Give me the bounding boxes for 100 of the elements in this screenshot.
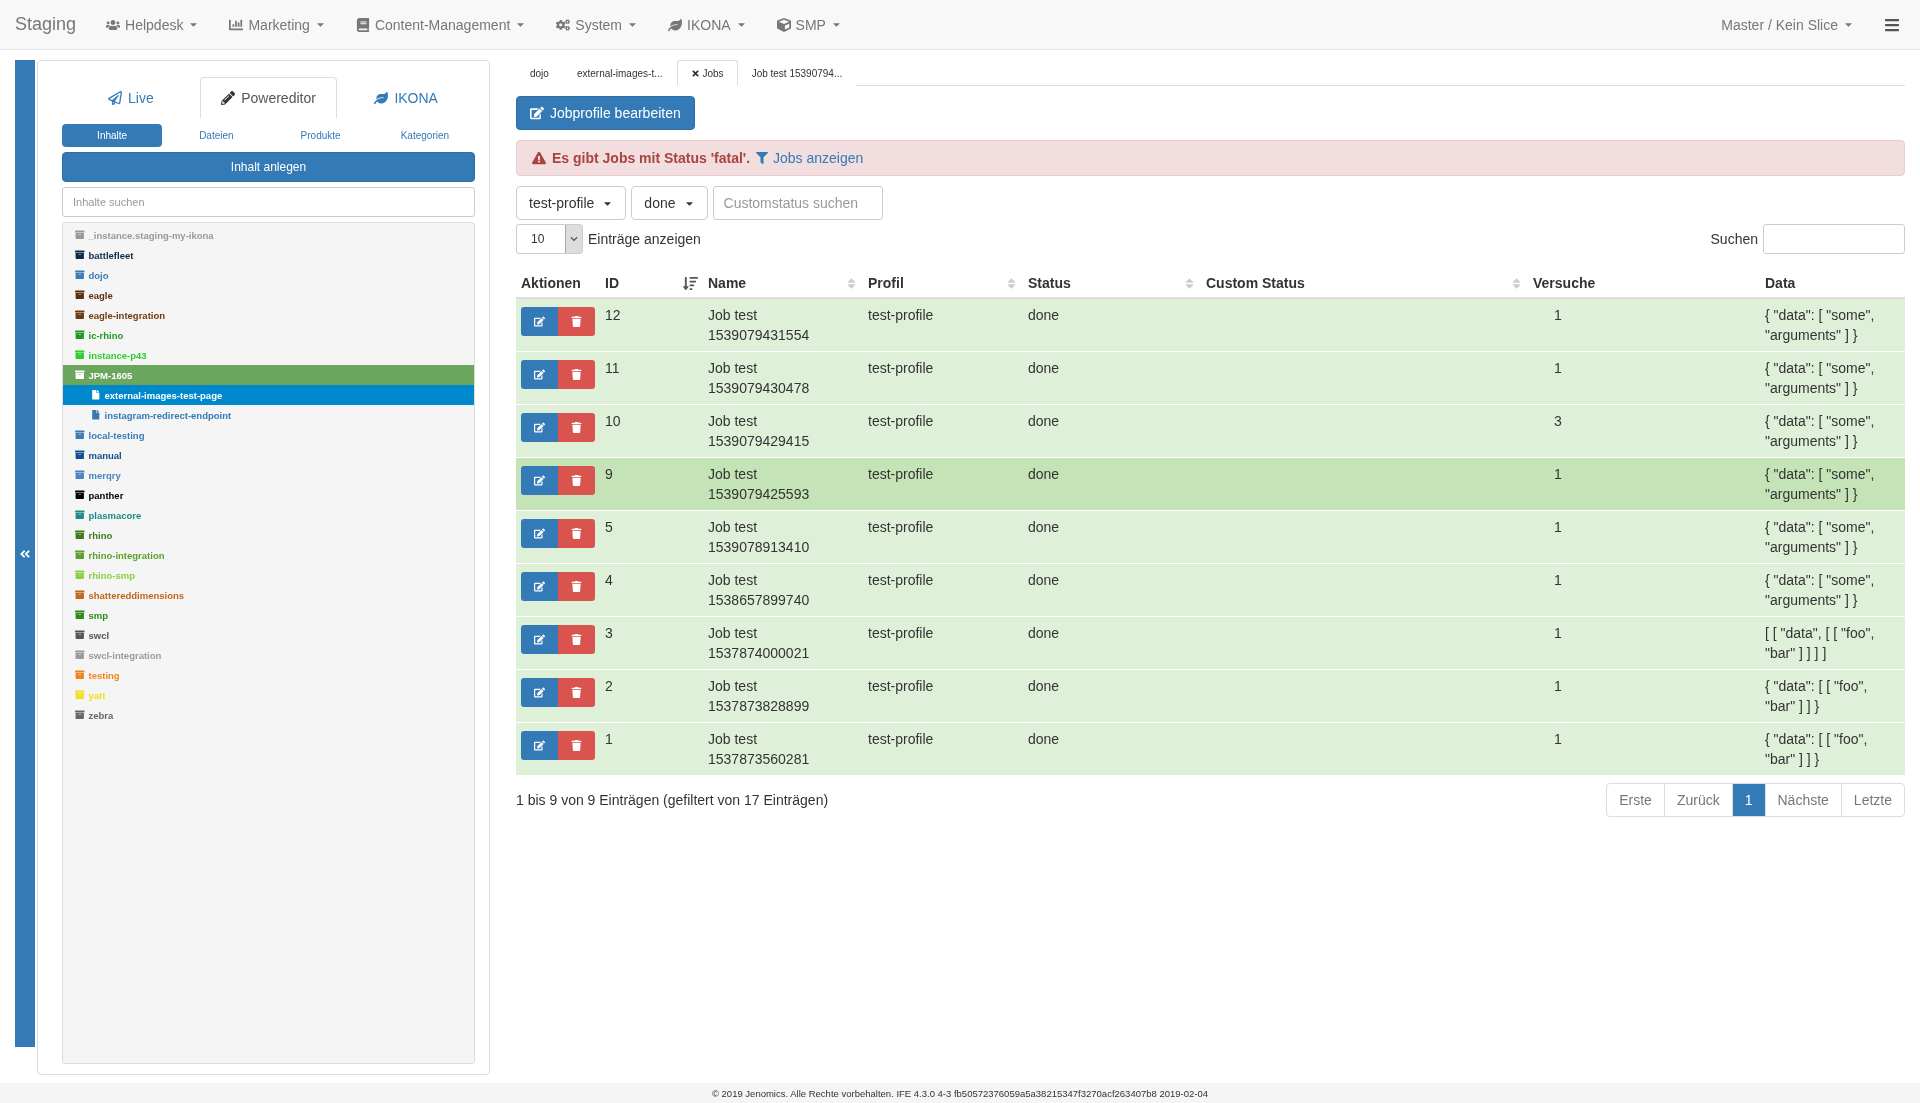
tree-item[interactable]: rhino-integration [63, 545, 474, 565]
archive-icon [75, 510, 85, 520]
edit-button[interactable] [521, 625, 558, 654]
edit-button[interactable] [521, 678, 558, 707]
table-cell: Job test 1538657899740 [708, 572, 810, 608]
edit-button[interactable] [521, 731, 558, 760]
tree-item[interactable]: swcl [63, 625, 474, 645]
archive-icon [75, 350, 85, 360]
table-cell: 9 [605, 466, 613, 482]
edit-button[interactable] [521, 572, 558, 601]
edit-button[interactable] [521, 466, 558, 495]
table-cell: 5 [605, 519, 613, 535]
tree-item[interactable]: manual [63, 445, 474, 465]
table-cell: 12 [605, 307, 621, 323]
custom-status-field[interactable]: Customstatus suchen [712, 186, 883, 220]
table-cell: test-profile [868, 466, 934, 482]
archive-icon [75, 630, 85, 640]
table-cell: 1 [1554, 572, 1562, 588]
tree-item[interactable]: battlefleet [63, 245, 474, 265]
sub-tab[interactable]: Inhalte [62, 124, 163, 147]
sub-tab[interactable]: Kategorien [374, 124, 475, 147]
sort-descending-icon[interactable] [683, 275, 698, 291]
delete-button[interactable] [558, 731, 595, 760]
delete-button[interactable] [558, 360, 595, 389]
delete-button[interactable] [558, 678, 595, 707]
tree-item[interactable]: testing [63, 665, 474, 685]
trash-icon [571, 740, 582, 751]
context-menu[interactable]: Master / Kein Slice [1721, 16, 1854, 33]
tree-item[interactable]: swcl-integration [63, 645, 474, 665]
tree-item[interactable]: zebra [63, 705, 474, 725]
nav-menu[interactable]: Marketing [229, 16, 326, 33]
tree-item[interactable]: external-images-test-page [63, 385, 474, 405]
delete-button[interactable] [558, 413, 595, 442]
brand-title[interactable]: Staging [15, 14, 77, 35]
tree-item[interactable]: JPM-1605 [63, 365, 474, 385]
nav-menu[interactable]: System [556, 16, 638, 33]
edit-profiles-button[interactable]: Jobprofile bearbeiten [516, 96, 695, 130]
sub-tab[interactable]: Dateien [166, 124, 267, 147]
edit-button[interactable] [521, 413, 558, 442]
trash-icon [571, 369, 582, 380]
delete-button[interactable] [558, 466, 595, 495]
edit-button[interactable] [521, 519, 558, 548]
search-field[interactable] [1763, 224, 1905, 254]
tree-item[interactable]: _instance.staging-my-ikona [63, 225, 474, 245]
table-cell: Job test 1537874000021 [708, 625, 810, 661]
nav-menu[interactable]: IKONA [668, 16, 747, 33]
tree-item[interactable]: merqry [63, 465, 474, 485]
delete-button[interactable] [558, 519, 595, 548]
tree-item[interactable]: dojo [63, 265, 474, 285]
nav-menu[interactable]: Helpdesk [106, 16, 200, 33]
entries-select[interactable]: 10 [516, 224, 583, 254]
edit-icon [534, 740, 545, 751]
table-info: 1 bis 9 von 9 Einträgen (gefiltert von 17 Einträgen) [516, 792, 829, 808]
trash-icon [571, 687, 582, 698]
tree-item[interactable]: shattereddimensions [63, 585, 474, 605]
tree-item[interactable]: eagle [63, 285, 474, 305]
table-cell: Job test 1539079425593 [708, 466, 810, 502]
page-button[interactable]: 1 [1731, 783, 1766, 817]
delete-button[interactable] [558, 625, 595, 654]
page-button[interactable]: Nächste [1764, 783, 1842, 817]
search-field[interactable]: Inhalte suchen [62, 187, 475, 217]
tree-item[interactable]: panther [63, 485, 474, 505]
create-content-button[interactable]: Inhalt anlegen [62, 152, 475, 182]
page-button[interactable]: Erste [1606, 783, 1665, 817]
table-cell: done [1028, 678, 1060, 694]
show-jobs-link[interactable]: Jobs anzeigen [756, 150, 864, 166]
edit-button[interactable] [521, 307, 558, 336]
table-cell: done [1028, 625, 1060, 641]
profile-dropdown[interactable]: test-profile [516, 186, 627, 220]
table-cell: 1 [1554, 307, 1562, 323]
document-tab[interactable]: Jobs [676, 60, 738, 86]
table-cell: 1 [605, 731, 613, 747]
archive-icon [75, 650, 85, 660]
page-button[interactable]: Zurück [1663, 783, 1733, 817]
table-cell: 3 [1554, 413, 1562, 429]
double-chevron-left-icon [19, 547, 31, 560]
sub-tab[interactable]: Produkte [270, 124, 371, 147]
nav-menu[interactable]: Content-Management [355, 16, 527, 33]
archive-icon [75, 430, 85, 440]
close-icon[interactable] [690, 68, 700, 78]
tree-item[interactable]: ic-rhino [63, 325, 474, 345]
menu-icon[interactable] [1884, 16, 1900, 33]
table-cell: done [1028, 466, 1060, 482]
sidebar-tab[interactable]: Powereditor [199, 77, 338, 119]
table-cell: done [1028, 731, 1060, 747]
edit-button[interactable] [521, 360, 558, 389]
trash-icon [571, 634, 582, 645]
nav-menu[interactable]: SMP [776, 16, 842, 33]
gears-icon [556, 17, 571, 32]
status-dropdown[interactable]: done [631, 186, 708, 220]
tree-item[interactable]: plasmacore [63, 505, 474, 525]
tree-item[interactable]: rhino [63, 525, 474, 545]
delete-button[interactable] [558, 307, 595, 336]
tree-item[interactable]: local-testing [63, 425, 474, 445]
delete-button[interactable] [558, 572, 595, 601]
tree-item[interactable]: instagram-redirect-endpoint [63, 405, 474, 425]
page-button[interactable]: Letzte [1840, 783, 1905, 817]
tree-item[interactable]: smp [63, 605, 474, 625]
chevron-down-icon [570, 235, 578, 243]
tree-item[interactable]: eagle-integration [63, 305, 474, 325]
